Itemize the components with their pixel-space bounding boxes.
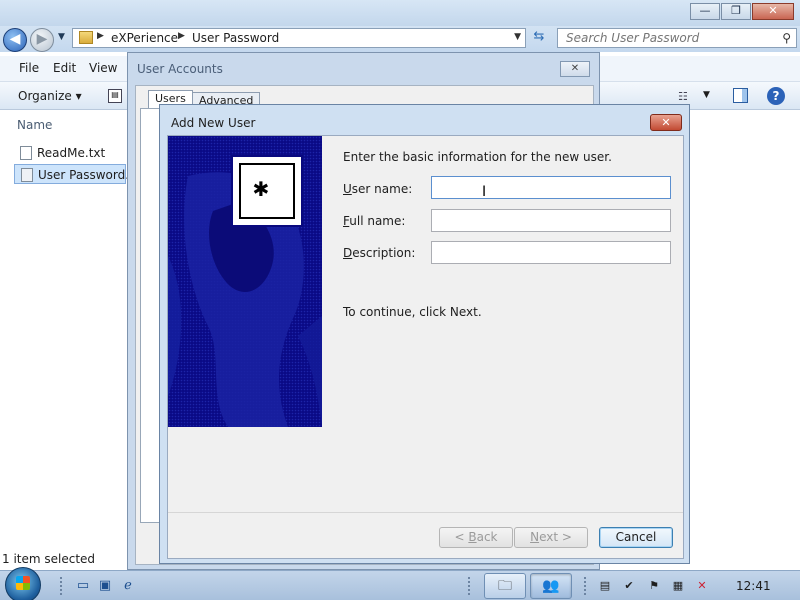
button-separator bbox=[168, 512, 683, 513]
batch-file-icon bbox=[21, 168, 33, 182]
network-tray-icon[interactable]: ▦ bbox=[671, 579, 685, 593]
switch-windows-icon[interactable]: ▣ bbox=[97, 578, 113, 593]
text-cursor-icon: I bbox=[482, 184, 487, 200]
menu-edit[interactable]: Edit bbox=[53, 61, 76, 75]
folder-icon bbox=[79, 31, 93, 44]
search-box[interactable]: ⚲ bbox=[557, 28, 797, 48]
key-icon-glyph: ✱ bbox=[253, 173, 269, 203]
security-tray-icon[interactable]: ✔ bbox=[622, 579, 636, 593]
user-name-label: User name: bbox=[343, 182, 412, 196]
user-name-field[interactable] bbox=[431, 176, 671, 199]
show-desktop-icon[interactable]: ▭ bbox=[75, 578, 91, 593]
forward-button[interactable]: ▶ bbox=[30, 28, 54, 52]
key-icon-frame: ✱ bbox=[239, 163, 295, 219]
organize-button[interactable]: Organize ▾ bbox=[18, 89, 82, 103]
toolbar-grip[interactable] bbox=[468, 577, 471, 595]
address-bar[interactable]: ▶ eXPerience ▶ User Password ▼ bbox=[72, 28, 526, 48]
organize-label: Organize bbox=[18, 89, 72, 103]
taskbar: ▭ ▣ ℯ 🗀 👥 ▤ ✔ ⚑ ▦ ✕ 12:41 bbox=[0, 567, 800, 600]
search-input[interactable] bbox=[558, 29, 768, 46]
recent-pages-dropdown[interactable]: ▼ bbox=[58, 32, 65, 42]
refresh-icon[interactable]: ⇆ bbox=[530, 30, 548, 46]
breadcrumb-arrow-icon[interactable]: ▶ bbox=[178, 31, 185, 41]
menu-file[interactable]: File bbox=[19, 61, 39, 75]
wizard-side-banner: ✱ bbox=[168, 136, 322, 427]
toolbar-grip[interactable] bbox=[60, 577, 63, 595]
menu-view[interactable]: View bbox=[89, 61, 117, 75]
accel-key: N bbox=[530, 530, 540, 544]
dialog-title: Add New User bbox=[171, 116, 256, 130]
back-button[interactable]: ◀ bbox=[3, 28, 27, 52]
user-accounts-close-button[interactable]: ✕ bbox=[560, 61, 590, 77]
button-label: ext > bbox=[539, 530, 572, 544]
label-text: escription: bbox=[352, 246, 416, 260]
file-item-user-password[interactable]: User Password.b bbox=[14, 164, 137, 184]
file-item-readme[interactable]: ReadMe.txt bbox=[14, 143, 126, 163]
next-button[interactable]: Next > bbox=[514, 527, 588, 548]
full-name-label: Full name: bbox=[343, 214, 405, 228]
address-dropdown-icon[interactable]: ▼ bbox=[514, 32, 521, 42]
status-text: 1 item selected bbox=[2, 552, 96, 566]
toolbar-grip[interactable] bbox=[584, 577, 587, 595]
dialog-intro-text: Enter the basic information for the new … bbox=[343, 150, 612, 164]
add-new-user-dialog: Add New User ✕ ✱ Enter the basic informa… bbox=[159, 104, 690, 564]
breadcrumb-experience[interactable]: eXPerience bbox=[111, 31, 178, 45]
back-button[interactable]: < Back bbox=[439, 527, 513, 548]
search-icon[interactable]: ⚲ bbox=[782, 31, 791, 45]
maximize-button[interactable]: ❐ bbox=[721, 3, 751, 20]
breadcrumb-user-password[interactable]: User Password bbox=[192, 31, 279, 45]
breadcrumb-arrow-icon[interactable]: ▶ bbox=[97, 31, 104, 41]
text-file-icon bbox=[20, 146, 32, 160]
button-prefix: < bbox=[454, 530, 469, 544]
file-name: User Password.b bbox=[38, 168, 137, 182]
button-label: ack bbox=[476, 530, 498, 544]
start-button[interactable] bbox=[5, 567, 41, 600]
cancel-button[interactable]: Cancel bbox=[599, 527, 673, 548]
accel-key: B bbox=[468, 530, 477, 544]
close-button[interactable]: ✕ bbox=[752, 3, 794, 20]
file-name: ReadMe.txt bbox=[37, 146, 106, 160]
column-header-name[interactable]: Name bbox=[17, 118, 52, 132]
dialog-body: ✱ Enter the basic information for the ne… bbox=[167, 135, 684, 559]
label-text: ser name: bbox=[351, 182, 413, 196]
taskbar-user-accounts-button[interactable]: 👥 bbox=[530, 573, 572, 599]
continue-hint: To continue, click Next. bbox=[343, 305, 482, 319]
clock[interactable]: 12:41 bbox=[736, 579, 771, 593]
description-label: Description: bbox=[343, 246, 415, 260]
user-key-icon: ✱ bbox=[231, 155, 303, 227]
accel-key: D bbox=[343, 246, 353, 260]
help-icon[interactable]: ? bbox=[767, 87, 785, 105]
full-name-field[interactable] bbox=[431, 209, 671, 232]
windows-logo-icon bbox=[16, 576, 30, 590]
minimize-button[interactable]: — bbox=[690, 3, 720, 20]
views-dropdown-icon[interactable]: ▼ bbox=[703, 90, 710, 100]
explorer-titlebar: — ❐ ✕ bbox=[0, 0, 800, 26]
preview-pane-icon[interactable] bbox=[733, 88, 748, 103]
volume-muted-icon[interactable]: ✕ bbox=[695, 579, 709, 593]
description-field[interactable] bbox=[431, 241, 671, 264]
users-icon: 👥 bbox=[542, 578, 560, 594]
views-icon[interactable]: ☷ bbox=[678, 90, 688, 103]
accel-key: U bbox=[343, 182, 352, 196]
dialog-close-button[interactable]: ✕ bbox=[650, 114, 682, 131]
properties-icon[interactable]: ▤ bbox=[108, 89, 122, 103]
label-text: ull name: bbox=[349, 214, 406, 228]
taskbar-explorer-button[interactable]: 🗀 bbox=[484, 573, 526, 599]
user-accounts-title: User Accounts bbox=[137, 62, 223, 76]
action-center-flag-icon[interactable]: ⚑ bbox=[647, 579, 661, 593]
window-controls: — ❐ ✕ bbox=[690, 3, 794, 20]
document-tray-icon[interactable]: ▤ bbox=[598, 579, 612, 593]
folder-icon: 🗀 bbox=[498, 578, 512, 594]
internet-explorer-icon[interactable]: ℯ bbox=[120, 578, 136, 593]
